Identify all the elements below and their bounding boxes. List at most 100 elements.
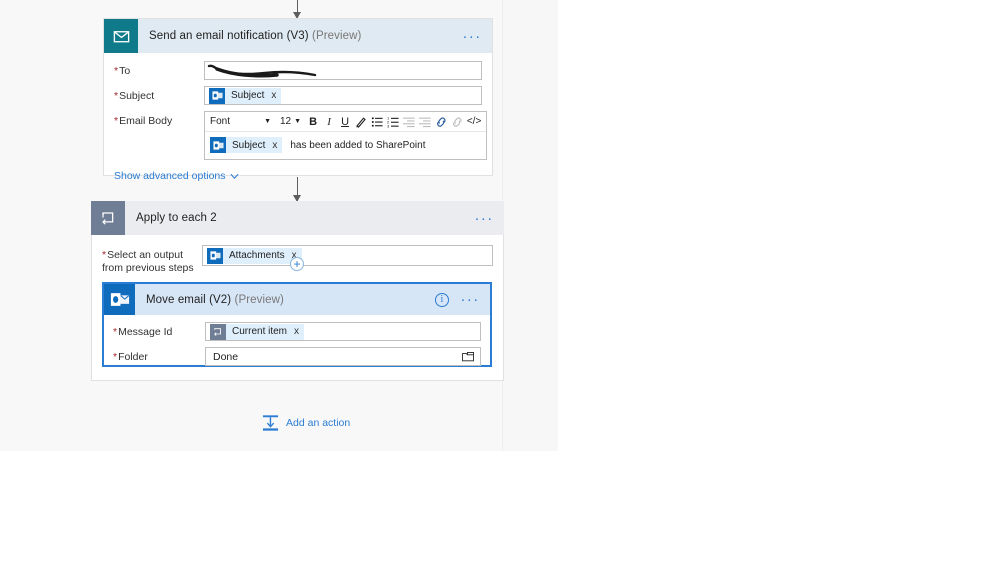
overflow-menu-icon[interactable]: ... bbox=[461, 26, 484, 44]
outdent-icon[interactable] bbox=[402, 113, 417, 130]
chevron-down-icon: ▼ bbox=[264, 118, 271, 125]
card-header-actions-send-email: ... bbox=[461, 19, 484, 53]
field-row-message-id: *Message Id Current item x bbox=[113, 322, 481, 341]
field-row-subject: *Subject Subject x bbox=[114, 86, 482, 105]
add-step-button[interactable]: + bbox=[290, 257, 304, 271]
field-row-email-body: *Email Body Font ▼ 12 ▼ B I U 1 2 3 </> … bbox=[114, 111, 488, 160]
redacted-scribble-icon bbox=[207, 64, 317, 78]
link-icon[interactable] bbox=[434, 113, 449, 130]
field-label-subject: *Subject bbox=[114, 90, 155, 102]
card-title-send-email: Send an email notification (V3) (Preview… bbox=[138, 30, 361, 42]
token-remove-icon[interactable]: x bbox=[271, 90, 276, 101]
field-label-select-output: *Select an output from previous steps bbox=[102, 249, 194, 274]
field-label-to: *To bbox=[114, 65, 131, 77]
font-color-icon[interactable] bbox=[354, 113, 369, 130]
underline-button[interactable]: U bbox=[338, 113, 353, 130]
required-asterisk: * bbox=[114, 90, 119, 102]
font-size-value: 12 bbox=[280, 116, 292, 127]
code-view-button[interactable]: </> bbox=[466, 113, 483, 130]
token-label: Subject bbox=[232, 139, 266, 151]
card-header-apply-to-each[interactable]: Apply to each 2 ... bbox=[91, 201, 504, 235]
card-title-apply-to-each: Apply to each 2 bbox=[125, 212, 217, 224]
card-header-actions-apply: ... bbox=[473, 201, 496, 235]
overflow-menu-icon[interactable]: ... bbox=[473, 208, 496, 226]
token-chip-attachments[interactable]: Attachments x bbox=[207, 247, 302, 264]
select-output-input[interactable]: Attachments x bbox=[202, 245, 493, 266]
overflow-menu-icon[interactable]: ... bbox=[459, 289, 482, 307]
loop-icon bbox=[210, 323, 226, 340]
card-header-actions-move-email: i ... bbox=[434, 284, 482, 315]
card-move-email-v2[interactable]: Move email (V2) (Preview) i ... *Message… bbox=[102, 282, 492, 367]
show-advanced-options-link[interactable]: Show advanced options bbox=[114, 170, 239, 182]
folder-icon[interactable] bbox=[462, 351, 474, 362]
required-asterisk: * bbox=[114, 65, 119, 77]
bold-button[interactable]: B bbox=[306, 113, 321, 130]
token-label: Attachments bbox=[229, 250, 285, 261]
card-title-move-email: Move email (V2) (Preview) bbox=[135, 294, 284, 306]
add-an-action-button[interactable]: Add an action bbox=[262, 414, 350, 432]
office365-outlook-icon bbox=[210, 137, 226, 153]
envelope-icon bbox=[104, 19, 138, 53]
card-header-move-email[interactable]: Move email (V2) (Preview) i ... bbox=[104, 284, 490, 315]
connector-top-to-email bbox=[293, 0, 301, 19]
loop-icon bbox=[91, 201, 125, 235]
add-an-action-label: Add an action bbox=[286, 417, 351, 429]
email-body-text: has been added to SharePoint bbox=[290, 139, 426, 151]
flow-designer-screen: Send an email notification (V3) (Preview… bbox=[0, 0, 999, 562]
card-apply-to-each-2[interactable]: Apply to each 2 ... *Select an output fr… bbox=[91, 201, 504, 381]
office365-outlook-icon bbox=[209, 87, 225, 104]
field-label-folder: *Folder bbox=[113, 351, 148, 363]
indent-icon[interactable] bbox=[418, 113, 433, 130]
required-asterisk: * bbox=[113, 326, 118, 338]
card-body-send-email: *To *Subject Subject x *Email Body Font … bbox=[104, 53, 492, 194]
font-size-select[interactable]: 12 ▼ bbox=[280, 116, 301, 127]
font-name-value: Font bbox=[210, 116, 231, 127]
show-advanced-options-label: Show advanced options bbox=[114, 170, 226, 182]
chevron-down-icon bbox=[230, 173, 238, 179]
card-body-move-email: *Message Id Current item x *Folder Done bbox=[104, 315, 490, 374]
token-chip-current-item[interactable]: Current item x bbox=[210, 323, 305, 340]
card-preview-tag: (Preview) bbox=[312, 30, 362, 42]
designer-canvas: Send an email notification (V3) (Preview… bbox=[0, 0, 558, 451]
card-preview-tag: (Preview) bbox=[234, 293, 284, 306]
svg-text:3: 3 bbox=[387, 123, 390, 128]
font-name-select[interactable]: Font ▼ bbox=[208, 114, 274, 130]
folder-value: Done bbox=[213, 350, 239, 363]
message-id-input[interactable]: Current item x bbox=[205, 322, 481, 341]
numbered-list-icon[interactable]: 1 2 3 bbox=[386, 113, 401, 130]
add-action-icon bbox=[262, 415, 279, 431]
email-body-content[interactable]: Subject x has been added to SharePoint bbox=[205, 132, 486, 159]
field-row-folder: *Folder Done bbox=[113, 347, 481, 366]
required-asterisk: * bbox=[114, 115, 119, 127]
connector-email-to-apply bbox=[293, 177, 301, 202]
card-title-text: Move email (V2) bbox=[146, 293, 232, 306]
token-label: Current item bbox=[232, 326, 288, 337]
field-row-to: *To bbox=[114, 61, 482, 80]
outlook-icon bbox=[104, 284, 135, 315]
chevron-down-icon: ▼ bbox=[294, 118, 302, 125]
bulleted-list-icon[interactable] bbox=[370, 113, 385, 130]
office365-outlook-icon bbox=[207, 247, 223, 264]
field-label-email-body: *Email Body bbox=[114, 115, 173, 127]
token-chip-subject[interactable]: Subject x bbox=[209, 87, 282, 104]
token-label: Subject bbox=[231, 90, 265, 101]
card-body-apply-to-each: *Select an output from previous steps At… bbox=[91, 235, 504, 381]
italic-button[interactable]: I bbox=[322, 113, 337, 130]
card-header-send-email[interactable]: Send an email notification (V3) (Preview… bbox=[104, 19, 492, 53]
email-body-toolbar: Font ▼ 12 ▼ B I U 1 2 3 </> bbox=[205, 112, 487, 132]
info-icon[interactable]: i bbox=[434, 292, 449, 307]
unlink-icon[interactable] bbox=[450, 113, 465, 130]
required-asterisk: * bbox=[113, 351, 118, 363]
email-body-editor[interactable]: Font ▼ 12 ▼ B I U 1 2 3 </> Subject x ha… bbox=[204, 111, 488, 160]
folder-input[interactable]: Done bbox=[205, 347, 481, 366]
card-title-text: Send an email notification (V3) bbox=[149, 30, 309, 42]
token-chip-subject-body[interactable]: Subject x bbox=[210, 137, 283, 153]
card-title-text: Apply to each 2 bbox=[136, 212, 217, 224]
token-remove-icon[interactable]: x bbox=[272, 140, 277, 151]
to-input[interactable] bbox=[204, 61, 482, 80]
subject-input[interactable]: Subject x bbox=[204, 86, 482, 105]
field-label-message-id: *Message Id bbox=[113, 326, 173, 338]
card-send-email-notification[interactable]: Send an email notification (V3) (Preview… bbox=[103, 18, 493, 182]
token-remove-icon[interactable]: x bbox=[294, 326, 299, 337]
required-asterisk: * bbox=[102, 249, 107, 261]
